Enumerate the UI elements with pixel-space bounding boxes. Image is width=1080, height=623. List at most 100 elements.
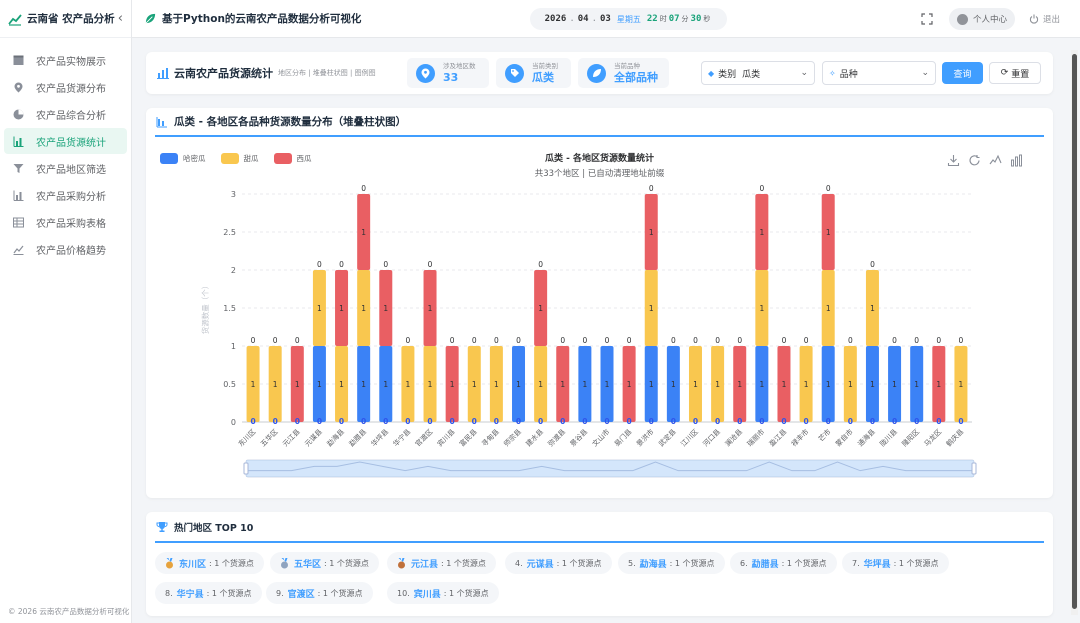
- sidebar-item-label: 农产品采购分析: [36, 191, 106, 203]
- hot-region-chip[interactable]: 元江县: 1 个货源点: [387, 552, 496, 574]
- bar-chart-icon: [13, 136, 24, 147]
- sidebar-item-label: 农产品采购表格: [36, 218, 106, 230]
- x-tick-label: 鹤庆县: [944, 427, 965, 448]
- datazoom-handle-left[interactable]: [243, 462, 249, 475]
- bar-data-label: 1: [339, 380, 344, 389]
- bar-data-label: 1: [914, 380, 919, 389]
- x-tick-label: 芒市: [816, 427, 832, 443]
- bar-data-label: 1: [826, 380, 831, 389]
- sidebar-item-1[interactable]: 农产品实物展示: [4, 47, 127, 73]
- category-value: 瓜类: [742, 69, 761, 80]
- download-icon[interactable]: [947, 154, 960, 167]
- bar-total-label: 0: [759, 184, 764, 193]
- x-tick-label: 景谷县: [568, 427, 589, 448]
- user-icon: [956, 13, 968, 25]
- x-tick-label: 华宁县: [391, 427, 412, 448]
- x-tick-label: 元江县: [281, 428, 302, 449]
- bar-total-label: 0: [428, 260, 433, 269]
- sidebar-item-6[interactable]: 农产品采购分析: [4, 182, 127, 208]
- hot-region-chip[interactable]: 东川区: 1 个货源点: [155, 552, 264, 574]
- bar-data-label: 1: [361, 228, 366, 237]
- x-tick-label: 勐海县: [325, 427, 346, 448]
- hot-region-count: : 1 个货源点: [893, 558, 939, 568]
- hot-region-chip[interactable]: 五华区: 1 个货源点: [270, 552, 379, 574]
- restore-icon[interactable]: [968, 154, 981, 167]
- x-tick-label: 华坪县: [369, 427, 390, 448]
- bar-base-label: 0: [870, 417, 875, 426]
- clock-year: 2026: [544, 14, 567, 24]
- stat-label: 涉及地区数: [443, 62, 476, 70]
- hot-region-chip[interactable]: 6. 勐腊县: 1 个货源点: [730, 552, 837, 574]
- hot-region-chip[interactable]: 5. 勐海县: 1 个货源点: [618, 552, 725, 574]
- bar-base-label: 0: [339, 417, 344, 426]
- bar-data-label: 1: [339, 304, 344, 313]
- bar-total-label: 0: [406, 336, 411, 345]
- chevron-left-icon[interactable]: ‹: [118, 11, 123, 26]
- bar-data-label: 1: [560, 380, 565, 389]
- stat-label: 当前类别: [532, 62, 558, 70]
- x-tick-label: 建水县: [524, 427, 545, 448]
- hot-region-name: 元谋县: [526, 559, 554, 570]
- x-tick-label: 武定县: [657, 427, 678, 448]
- bar-data-label: 1: [516, 380, 521, 389]
- bar-data-label: 1: [826, 304, 831, 313]
- scrollbar-thumb[interactable]: [1072, 54, 1077, 609]
- hot-region-chip[interactable]: 8. 华宁县: 1 个货源点: [155, 582, 262, 604]
- bar-data-label: 1: [472, 380, 477, 389]
- query-button[interactable]: 查询: [942, 62, 983, 84]
- logout-button[interactable]: 退出: [1029, 13, 1060, 25]
- variety-select[interactable]: ✧ 品种 ⌄: [822, 61, 936, 85]
- hot-regions-header: 热门地区 TOP 10: [155, 512, 1044, 543]
- y-tick-label: 1: [231, 342, 236, 351]
- hot-region-name: 宾川县: [413, 589, 441, 600]
- bar-total-label: 0: [582, 336, 587, 345]
- hot-region-chip[interactable]: 9. 官渡区: 1 个货源点: [266, 582, 373, 604]
- filter-bar: 云南农产品货源统计 地区分布 | 堆叠柱状图 | 图例图 涉及地区数 33 当前类…: [146, 52, 1053, 94]
- bar-total-label: 0: [295, 336, 300, 345]
- line-switch-icon[interactable]: [989, 154, 1002, 167]
- hot-region-chip[interactable]: 7. 华坪县: 1 个货源点: [842, 552, 949, 574]
- table-grid-icon: [13, 217, 24, 228]
- sidebar-item-7[interactable]: 农产品采购表格: [4, 209, 127, 235]
- x-tick-label: 文山市: [590, 427, 611, 448]
- bar-total-label: 0: [627, 336, 632, 345]
- bar-data-label: 1: [361, 380, 366, 389]
- fullscreen-icon[interactable]: [921, 13, 933, 25]
- sidebar-item-3[interactable]: 农产品综合分析: [4, 101, 127, 127]
- sidebar-item-8[interactable]: 农产品价格趋势: [4, 236, 127, 262]
- datazoom-handle-right[interactable]: [971, 462, 977, 475]
- hot-region-chip[interactable]: 4. 元谋县: 1 个货源点: [505, 552, 612, 574]
- clock-day: 03: [600, 14, 611, 24]
- hot-region-chip[interactable]: 10. 宾川县: 1 个货源点: [387, 582, 499, 604]
- x-tick-label: 通海县: [856, 427, 877, 448]
- sidebar-item-label: 农产品货源统计: [36, 137, 106, 149]
- hot-region-rank: 5.: [628, 558, 636, 568]
- page-scrollbar[interactable]: [1071, 50, 1078, 615]
- bar-data-label: 1: [428, 304, 433, 313]
- bar-base-label: 0: [450, 417, 455, 426]
- bar-base-label: 0: [671, 417, 676, 426]
- bar-data-label: 1: [759, 228, 764, 237]
- reset-button[interactable]: ⟳ 重置: [989, 62, 1041, 84]
- bar-data-label: 1: [715, 380, 720, 389]
- bar-data-label: 1: [870, 380, 875, 389]
- x-tick-label: 五华区: [258, 427, 279, 448]
- chart-subtitle: 共33个地区 | 已自动清理地址前缀: [534, 169, 665, 179]
- sidebar-item-4[interactable]: 农产品货源统计: [4, 128, 127, 154]
- category-select[interactable]: ◆ 类别 瓜类 ⌄: [701, 61, 815, 85]
- profile-label: 个人中心: [972, 15, 1007, 25]
- bar-switch-icon[interactable]: [1010, 154, 1023, 167]
- chart-card: 0 0.5 1 1.5 2 2.5 3 货源数量（个） 1 0 0 东川区 1 0 0 五华区 1 0 0 元江县 1 1…: [146, 108, 1053, 498]
- profile-button[interactable]: 个人中心: [948, 8, 1015, 30]
- sidebar-item-5[interactable]: 农产品地区筛选: [4, 155, 127, 181]
- bar-total-label: 0: [782, 336, 787, 345]
- hot-regions-card: 热门地区 TOP 10 东川区: 1 个货源点 五华区: 1 个货源点 元江县: 1…: [146, 512, 1053, 616]
- sidebar-item-2[interactable]: 农产品货源分布: [4, 74, 127, 100]
- brand-title: 云南省 农产品分析: [27, 13, 115, 25]
- trophy-icon: [156, 521, 168, 532]
- medal-icon: [397, 557, 406, 569]
- bar-base-label: 0: [405, 417, 410, 426]
- stat-value: 全部品种: [614, 71, 658, 84]
- bar-total-label: 0: [383, 260, 388, 269]
- x-tick-label: 河口县: [702, 428, 723, 449]
